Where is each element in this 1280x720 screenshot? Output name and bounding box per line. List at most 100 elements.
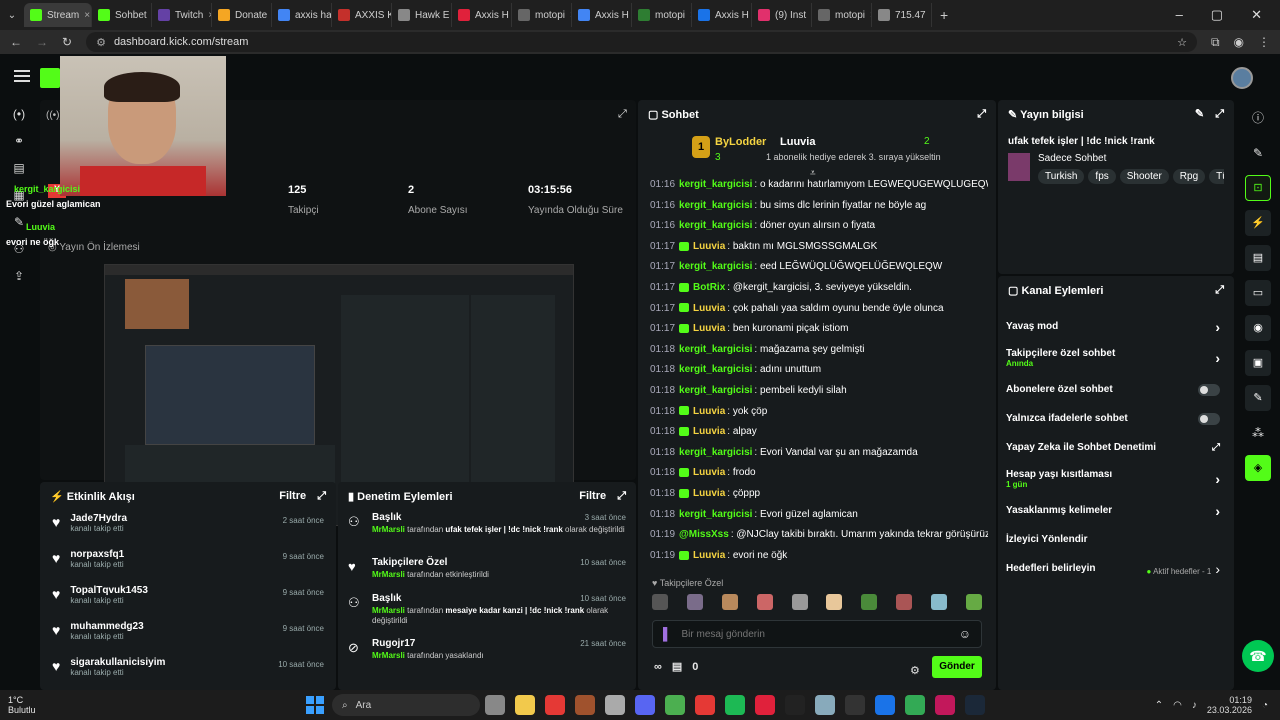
info-icon[interactable]: ⓘ	[1236, 100, 1280, 135]
activity-user[interactable]: sigarakullanicisiyim	[70, 657, 165, 668]
close-window-icon[interactable]: ✕	[1251, 7, 1262, 23]
new-tab-button[interactable]: +	[932, 7, 956, 23]
activity-user[interactable]: muhammedg23	[70, 621, 143, 632]
wifi-icon[interactable]: ◠	[1173, 700, 1182, 711]
forward-icon[interactable]: →	[36, 35, 48, 49]
app-brown-icon[interactable]	[575, 695, 595, 715]
moderation-filter-button[interactable]: Filtre	[579, 490, 606, 502]
popout-icon[interactable]: ⤢	[618, 108, 627, 121]
emote-6[interactable]	[826, 594, 843, 610]
chat-username[interactable]: Luuvia	[693, 426, 725, 437]
edge-icon[interactable]	[875, 695, 895, 715]
tool-icon[interactable]: ✎	[1245, 384, 1271, 411]
tab-12[interactable]: (9) Inst×	[752, 3, 812, 27]
start-icon[interactable]	[306, 696, 324, 714]
tag-chip[interactable]: Turkish	[1038, 169, 1085, 184]
bookmark-star-icon[interactable]: ☆	[1177, 36, 1187, 49]
tab-14[interactable]: 715.47×	[872, 3, 932, 27]
emote-8[interactable]	[896, 594, 913, 610]
tag-chip[interactable]: fps	[1088, 169, 1116, 184]
kick-logo[interactable]	[40, 68, 60, 88]
spotify-icon[interactable]	[725, 695, 745, 715]
emote-7[interactable]	[861, 594, 878, 610]
activity-user[interactable]: norpaxsfq1	[70, 549, 124, 560]
tab-11[interactable]: Axxis H×	[692, 3, 752, 27]
tab-6[interactable]: Hawk E×	[392, 3, 452, 27]
taskbar-search[interactable]: ⌕ Ara	[332, 694, 480, 716]
chat-username[interactable]: Luuvia	[693, 467, 725, 478]
external-link-icon[interactable]: ⤢	[1212, 442, 1220, 453]
obs-icon[interactable]	[845, 695, 865, 715]
back-icon[interactable]: ←	[10, 35, 22, 49]
moderation-actor[interactable]: MrMarsli	[372, 651, 405, 660]
tab-2[interactable]: Twitch×	[152, 3, 212, 27]
tab-9[interactable]: Axxis H×	[572, 3, 632, 27]
moderation-actor[interactable]: MrMarsli	[372, 606, 405, 615]
chevron-right-icon[interactable]: ›	[1215, 319, 1220, 335]
clip-icon[interactable]: ⊡	[1245, 174, 1271, 201]
url-field[interactable]: ⚙ dashboard.kick.com/stream ☆	[86, 32, 1197, 52]
tab-close-icon[interactable]: ×	[84, 10, 90, 21]
emote-2[interactable]	[686, 594, 703, 610]
edit-icon[interactable]: ✎	[1195, 108, 1204, 120]
message-field[interactable]	[681, 628, 949, 640]
tray-chevron-icon[interactable]: ⌃	[1155, 700, 1163, 711]
opera-icon[interactable]	[695, 695, 715, 715]
channel-action[interactable]: Yapay Zeka ile Sohbet Denetimi ⤢	[998, 433, 1234, 462]
discord-icon[interactable]	[635, 695, 655, 715]
chat-username[interactable]: Luuvia	[693, 303, 725, 314]
explorer-icon[interactable]	[515, 695, 535, 715]
extensions-icon[interactable]: ⧉	[1211, 35, 1220, 50]
minimize-icon[interactable]: –	[1176, 7, 1183, 23]
steam-icon[interactable]	[965, 695, 985, 715]
channel-action[interactable]: Hedefleri belirleyin ● Aktif hedefler - 1…	[998, 554, 1234, 583]
activity-user[interactable]: Jade7Hydra	[70, 513, 127, 524]
activity-popout-icon[interactable]: ⤢	[317, 490, 326, 502]
chevron-right-icon[interactable]: ›	[1215, 471, 1220, 487]
link-icon[interactable]: ⚭	[0, 127, 38, 154]
hamburger-menu-icon[interactable]	[14, 70, 30, 82]
chat-username[interactable]: kergit_kargicisi	[679, 447, 752, 458]
channel-action[interactable]: Takipçilere özel sohbet Anında ›	[998, 341, 1234, 375]
broadcast-icon[interactable]: ◉	[1245, 314, 1271, 341]
emoji-rail-icon[interactable]: ⁂	[1236, 415, 1280, 450]
channel-actions-popout-icon[interactable]: ⤢	[1215, 284, 1224, 297]
emote-5[interactable]	[791, 594, 808, 610]
tab-search-icon[interactable]: ⌄	[0, 10, 24, 21]
app-blue-icon[interactable]	[815, 695, 835, 715]
tag-chip[interactable]: Türk	[1209, 169, 1224, 184]
kick-app-icon[interactable]: ◈	[1245, 454, 1271, 481]
chat-username[interactable]: Luuvia	[693, 550, 725, 561]
emote-10[interactable]	[965, 594, 982, 610]
message-icon[interactable]: ▭	[1245, 279, 1271, 306]
chat-username[interactable]: kergit_kargicisi	[679, 344, 752, 355]
upload-icon[interactable]: ⇪	[0, 262, 38, 289]
profile-icon[interactable]: ◉	[1234, 35, 1244, 49]
chat-icon[interactable]: ▤	[0, 154, 38, 181]
app-green-icon[interactable]	[905, 695, 925, 715]
chrome-icon[interactable]	[665, 695, 685, 715]
activity-filter-button[interactable]: Filtre	[279, 490, 306, 502]
channel-action[interactable]: Abonelere özel sohbet	[998, 375, 1234, 404]
tab-8[interactable]: motopi×	[512, 3, 572, 27]
infinity-icon[interactable]: ∞	[654, 661, 662, 673]
clock[interactable]: 01:19 23.03.2026	[1207, 695, 1252, 715]
tag-chip[interactable]: Rpg	[1172, 169, 1206, 184]
notes-icon[interactable]: ▤	[1245, 244, 1271, 271]
chat-username[interactable]: kergit_kargicisi	[679, 385, 752, 396]
activity-user[interactable]: TopalTqvuk1453	[70, 585, 148, 596]
chevron-right-icon[interactable]: ›	[1215, 561, 1220, 577]
chat-username[interactable]: kergit_kargicisi	[679, 179, 752, 190]
chat-popout-icon[interactable]: ⤢	[977, 108, 986, 121]
tab-0[interactable]: Stream ×	[24, 3, 92, 27]
message-input[interactable]: ▌ ☺	[652, 620, 982, 648]
chat-username[interactable]: kergit_kargicisi	[679, 220, 752, 231]
chat-username[interactable]: kergit_kargicisi	[679, 509, 752, 520]
site-info-icon[interactable]: ⚙	[96, 36, 106, 49]
moderation-actor[interactable]: MrMarsli	[372, 525, 405, 534]
flash-icon[interactable]: ⚡	[1245, 209, 1271, 236]
app-grey-icon[interactable]	[605, 695, 625, 715]
channel-action[interactable]: İzleyici Yönlendir	[998, 525, 1234, 554]
id-card-icon[interactable]: ▣	[1245, 349, 1271, 376]
send-button[interactable]: Gönder	[932, 656, 982, 678]
